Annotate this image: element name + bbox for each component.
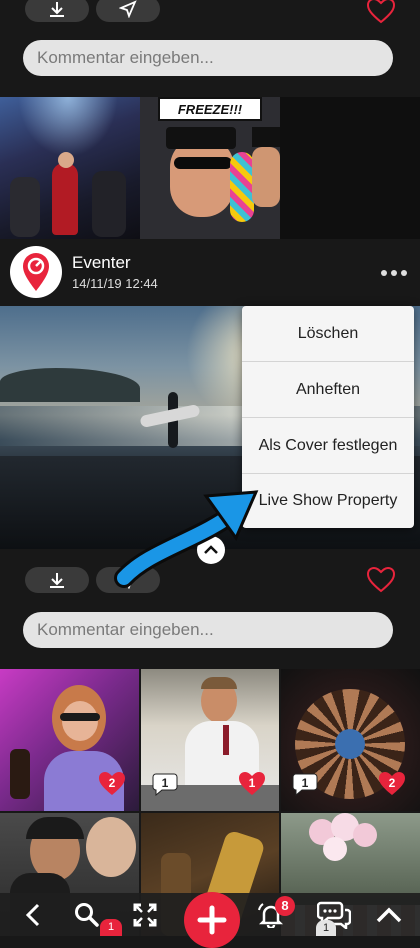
chat-badge: 1 (316, 920, 336, 936)
comments-badge: 1 (152, 772, 178, 796)
send-icon (119, 571, 137, 589)
bottom-navigation: 1 8 1 (0, 892, 420, 948)
comments-count: 1 (161, 776, 169, 790)
party-photo-2[interactable]: FREEZE!!! (140, 97, 280, 239)
comment-input-top[interactable]: Kommentar eingeben... (23, 40, 393, 76)
likes-count: 2 (108, 776, 116, 790)
likes-badge: 2 (378, 771, 406, 797)
scroll-up-button[interactable] (372, 893, 406, 936)
fullscreen-icon (133, 903, 157, 926)
back-icon (25, 903, 40, 926)
like-heart-icon[interactable] (366, 567, 396, 593)
search-button[interactable] (70, 893, 104, 936)
search-badge: 1 (100, 919, 122, 936)
back-button[interactable] (18, 893, 48, 936)
download-icon (50, 573, 64, 588)
menu-item-set-cover[interactable]: Als Cover festlegen (242, 418, 414, 474)
send-icon (119, 0, 137, 18)
context-menu: Löschen Anheften Als Cover festlegen Liv… (242, 306, 414, 528)
download-icon (50, 2, 64, 17)
comments-badge: 1 (292, 772, 318, 796)
collapse-button[interactable] (197, 536, 225, 564)
party-photo-1[interactable] (0, 97, 140, 239)
menu-item-pin[interactable]: Anheften (242, 362, 414, 418)
menu-item-live-show-property[interactable]: Live Show Property (242, 474, 414, 528)
likes-count: 2 (388, 776, 396, 790)
fullscreen-button[interactable] (130, 893, 160, 936)
menu-item-delete[interactable]: Löschen (242, 306, 414, 362)
likes-badge: 1 (238, 771, 266, 797)
likes-badge: 2 (98, 771, 126, 797)
like-heart-icon[interactable] (366, 0, 396, 24)
download-button[interactable] (25, 0, 89, 22)
strip-empty (280, 97, 420, 239)
post-author[interactable]: Eventer (72, 253, 131, 273)
more-horizontal-icon[interactable] (380, 268, 408, 278)
share-button[interactable] (96, 0, 160, 22)
author-avatar[interactable] (10, 246, 62, 298)
location-pin-icon (23, 253, 49, 291)
photo-sign-text: FREEZE!!! (177, 101, 243, 117)
likes-count: 1 (248, 776, 256, 790)
search-icon (75, 902, 99, 927)
post-timestamp: 14/11/19 12:44 (72, 276, 158, 291)
comment-placeholder: Kommentar eingeben... (37, 620, 214, 639)
add-button[interactable] (184, 892, 240, 948)
comments-count: 1 (301, 776, 309, 790)
comment-placeholder: Kommentar eingeben... (37, 48, 214, 67)
share-button[interactable] (96, 567, 160, 593)
notification-count-badge: 8 (275, 896, 295, 916)
chevron-up-icon (204, 545, 218, 554)
up-icon (376, 907, 402, 922)
download-button[interactable] (25, 567, 89, 593)
add-icon (197, 905, 227, 935)
comment-input[interactable]: Kommentar eingeben... (23, 612, 393, 648)
